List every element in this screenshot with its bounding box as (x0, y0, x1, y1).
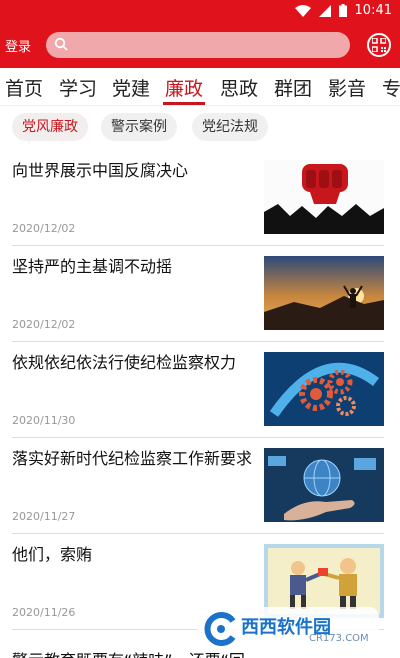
tab-ideology[interactable]: 思政 (220, 74, 258, 101)
news-thumbnail (264, 160, 384, 234)
tab-mass-org[interactable]: 群团 (274, 74, 312, 101)
search-bar[interactable] (46, 32, 350, 58)
active-tab-indicator (163, 102, 205, 105)
chip-discipline-rules[interactable]: 党纪法规 (192, 113, 268, 141)
status-time: 10:41 (354, 3, 392, 18)
news-title: 落实好新时代纪检监察工作新要求 (12, 449, 253, 468)
watermark: 西西软件园 CR173.COM (197, 607, 379, 651)
news-item[interactable]: 向世界展示中国反腐决心 2020/12/02 (12, 150, 384, 246)
battery-icon (338, 4, 347, 17)
news-thumbnail (264, 352, 384, 426)
login-button[interactable]: 登录 (5, 36, 31, 55)
news-title: 他们，索贿 (12, 545, 93, 564)
news-date: 2020/11/27 (12, 510, 76, 523)
news-item[interactable]: 坚持严的主基调不动摇 2020/12/02 (12, 246, 384, 342)
news-date: 2020/11/30 (12, 414, 76, 427)
news-date: 2020/11/26 (12, 606, 76, 619)
tab-study[interactable]: 学习 (59, 74, 97, 101)
subcategory-chips: 党风廉政 警示案例 党纪法规 (0, 110, 400, 144)
tab-media[interactable]: 影音 (328, 74, 366, 101)
news-thumbnail (264, 448, 384, 522)
wifi-icon (294, 4, 311, 17)
app-header: 登录 (0, 24, 400, 68)
gears-icon (264, 352, 384, 426)
news-thumbnail (264, 256, 384, 330)
tab-home[interactable]: 首页 (5, 74, 43, 101)
watermark-url: CR173.COM (309, 633, 369, 644)
news-title: 向世界展示中国反腐决心 (12, 161, 189, 180)
qr-code-icon (372, 38, 386, 52)
status-icons: 10:41 (294, 3, 392, 18)
search-input[interactable] (72, 32, 342, 58)
news-title: 坚持严的主基调不动摇 (12, 257, 173, 276)
mountain-photo (264, 256, 384, 330)
signal-icon (318, 4, 331, 17)
tab-special[interactable]: 专 (382, 74, 400, 101)
news-item[interactable]: 依规依纪依法行使纪检监察权力 2020/11/30 (12, 342, 384, 438)
news-item[interactable]: 落实好新时代纪检监察工作新要求 2020/11/27 (12, 438, 384, 534)
news-title: 依规依纪依法行使纪检监察权力 (12, 353, 237, 372)
tab-party-building[interactable]: 党建 (112, 74, 150, 101)
qr-scan-button[interactable] (367, 33, 391, 57)
category-tabs: 首页 学习 党建 廉政 思政 群团 影音 专 (0, 68, 400, 106)
fist-icon (264, 160, 384, 234)
search-icon (54, 37, 68, 51)
status-bar: 10:41 (0, 0, 400, 24)
watermark-logo-icon (204, 612, 236, 646)
news-date: 2020/12/02 (12, 318, 76, 331)
news-date: 2020/12/02 (12, 222, 76, 235)
chip-warning-cases[interactable]: 警示案例 (101, 113, 177, 141)
chip-party-integrity[interactable]: 党风廉政 (12, 113, 88, 141)
hand-globe-photo (264, 448, 384, 522)
tab-integrity[interactable]: 廉政 (165, 74, 203, 101)
